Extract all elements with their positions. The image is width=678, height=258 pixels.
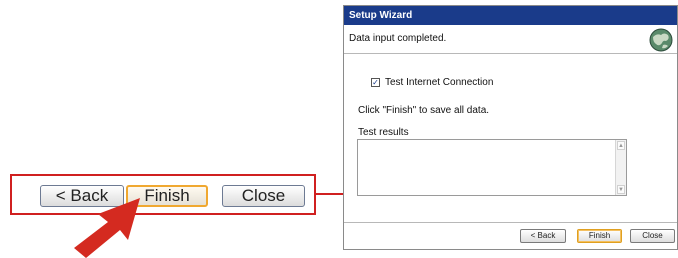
test-connection-checkbox-row[interactable]: ✓ Test Internet Connection	[371, 77, 493, 88]
header-text: Data input completed.	[349, 33, 447, 44]
zoomed-button-callout: < Back Finish Close	[10, 174, 316, 215]
test-results-textarea[interactable]: ▲ ▼	[357, 139, 627, 196]
test-connection-label: Test Internet Connection	[385, 77, 494, 88]
dialog-header: Data input completed.	[344, 25, 677, 54]
dialog-title: Setup Wizard	[344, 6, 677, 25]
test-results-label: Test results	[358, 127, 409, 138]
globe-icon	[649, 28, 673, 52]
scroll-down-icon[interactable]: ▼	[617, 185, 625, 194]
scroll-up-icon[interactable]: ▲	[617, 141, 625, 150]
setup-wizard-dialog: Setup Wizard Data input completed. ✓ Tes…	[343, 5, 678, 250]
zoomed-close-button[interactable]: Close	[222, 185, 305, 207]
test-connection-checkbox[interactable]: ✓	[371, 78, 380, 87]
footer-divider	[344, 222, 677, 223]
close-button[interactable]: Close	[630, 229, 675, 243]
back-button[interactable]: < Back	[520, 229, 566, 243]
info-text: Click "Finish" to save all data.	[358, 105, 490, 116]
test-results-scrollbar[interactable]: ▲ ▼	[615, 140, 626, 195]
finish-button[interactable]: Finish	[577, 229, 622, 243]
pointer-arrow-icon	[74, 198, 140, 258]
